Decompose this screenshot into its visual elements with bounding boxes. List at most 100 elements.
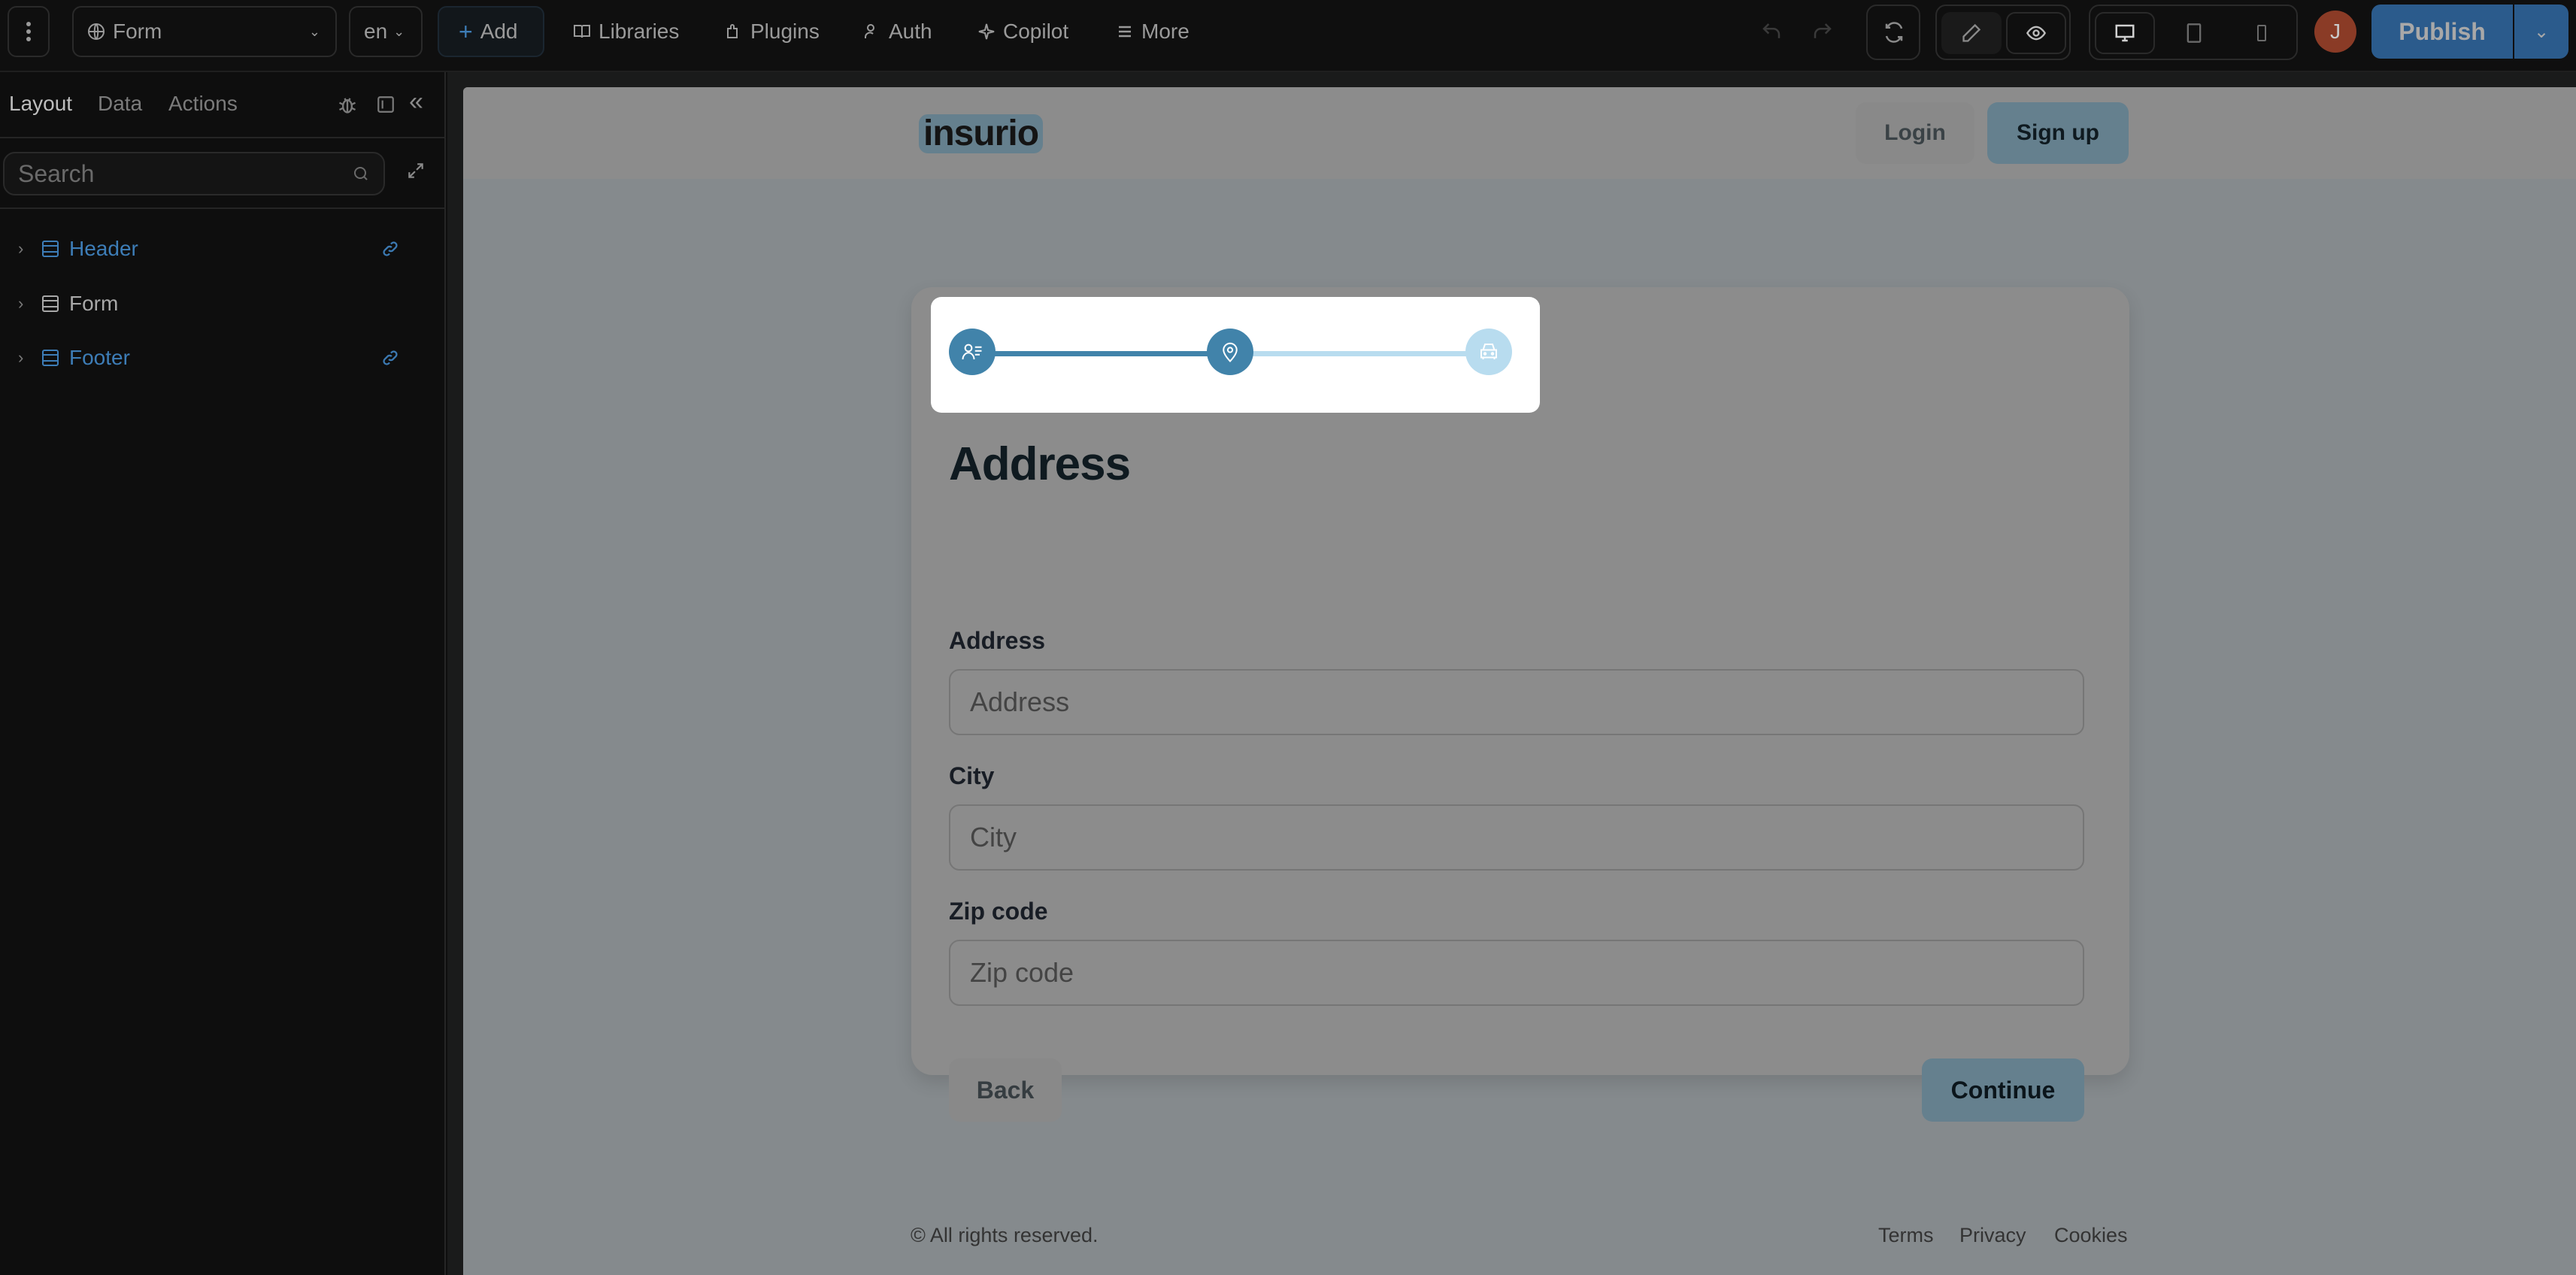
main-menu-button[interactable] bbox=[8, 6, 50, 57]
tab-actions[interactable]: Actions bbox=[168, 92, 238, 116]
map-pin-icon bbox=[1223, 342, 1238, 362]
chevron-right-icon[interactable]: › bbox=[18, 294, 35, 313]
login-button[interactable]: Login bbox=[1856, 102, 1974, 164]
plus-icon: + bbox=[459, 17, 473, 45]
continue-button[interactable]: Continue bbox=[1922, 1058, 2084, 1122]
user-avatar[interactable]: J bbox=[2314, 11, 2356, 53]
preview-mode-button[interactable] bbox=[2006, 12, 2066, 54]
back-button[interactable]: Back bbox=[949, 1058, 1062, 1122]
edit-mode-button[interactable] bbox=[1941, 12, 2002, 54]
layers-search bbox=[3, 152, 385, 195]
block-icon bbox=[42, 295, 59, 312]
copilot-link[interactable]: Copilot bbox=[977, 15, 1068, 48]
undo-button[interactable] bbox=[1756, 17, 1787, 47]
language-value: en bbox=[364, 20, 388, 43]
link-icon bbox=[383, 350, 398, 365]
footer-link-cookies[interactable]: Cookies bbox=[2054, 1224, 2128, 1247]
mode-toggle-group bbox=[1935, 5, 2071, 60]
site-header[interactable]: insurio Login Sign up bbox=[463, 87, 2576, 179]
block-icon bbox=[42, 241, 59, 257]
menu-lines-icon bbox=[1119, 26, 1131, 38]
step-2[interactable] bbox=[1207, 329, 1253, 375]
publish-button[interactable]: Publish bbox=[2371, 5, 2513, 59]
collapse-sidebar-icon[interactable]: « bbox=[409, 87, 423, 117]
refresh-button[interactable] bbox=[1866, 5, 1920, 60]
libraries-label: Libraries bbox=[599, 20, 680, 43]
avatar-initial: J bbox=[2330, 20, 2341, 43]
footer-link-terms[interactable]: Terms bbox=[1878, 1224, 1934, 1247]
divider bbox=[0, 137, 446, 138]
tree-item-label: Form bbox=[69, 292, 119, 315]
auth-label: Auth bbox=[889, 20, 932, 43]
publish-label: Publish bbox=[2399, 17, 2486, 45]
signup-button[interactable]: Sign up bbox=[1987, 102, 2129, 164]
mobile-icon bbox=[2257, 25, 2266, 41]
redo-icon bbox=[1814, 23, 1832, 38]
form-title: Address bbox=[949, 438, 1131, 490]
auth-link[interactable]: Auth bbox=[863, 15, 932, 48]
form-card: Address Address City Zip code Back Conti… bbox=[911, 287, 2129, 1122]
block-icon bbox=[42, 350, 59, 366]
zip-code-label: Zip code bbox=[949, 898, 1048, 925]
refresh-icon bbox=[1885, 22, 1903, 43]
step-1[interactable] bbox=[949, 329, 996, 375]
add-label: Add bbox=[480, 20, 518, 43]
search-icon bbox=[354, 167, 368, 180]
tree-item-label: Header bbox=[69, 237, 138, 260]
device-toggle-group bbox=[2089, 5, 2298, 60]
tab-data[interactable]: Data bbox=[98, 92, 142, 116]
page-canvas: insurio Login Sign up Address Address Ci… bbox=[463, 87, 2576, 1275]
search-input[interactable] bbox=[18, 159, 319, 188]
zip-code-input[interactable] bbox=[949, 940, 2084, 1006]
chevron-right-icon[interactable]: › bbox=[18, 239, 35, 259]
tree-item-header[interactable]: › Header bbox=[18, 230, 417, 268]
footer-link-privacy[interactable]: Privacy bbox=[1959, 1224, 2026, 1247]
desktop-icon bbox=[2115, 24, 2135, 42]
tree-item-label: Footer bbox=[69, 346, 130, 369]
panel-icon[interactable] bbox=[376, 95, 395, 114]
step-connector-complete bbox=[973, 351, 1229, 356]
address-input[interactable] bbox=[949, 669, 2084, 735]
plugins-link[interactable]: Plugins bbox=[725, 15, 820, 48]
page-select-value: Form bbox=[113, 20, 162, 43]
redo-button[interactable] bbox=[1808, 17, 1838, 47]
user-list-icon bbox=[962, 344, 982, 360]
more-label: More bbox=[1141, 20, 1190, 43]
book-icon bbox=[574, 25, 590, 38]
tablet-view-button[interactable] bbox=[2164, 12, 2224, 54]
footer-copyright: © All rights reserved. bbox=[911, 1224, 1099, 1246]
chevron-down-icon: ⌄ bbox=[393, 23, 405, 39]
chevron-right-icon[interactable]: › bbox=[18, 348, 35, 368]
tree-item-footer[interactable]: › Footer bbox=[18, 339, 417, 377]
site-logo[interactable]: insurio bbox=[919, 114, 1044, 153]
tablet-icon bbox=[2187, 23, 2202, 43]
top-toolbar: Form ⌄ en ⌄ + Add Libraries Plugins Auth… bbox=[0, 0, 2576, 72]
more-link[interactable]: More bbox=[1116, 15, 1190, 48]
city-input[interactable] bbox=[949, 804, 2084, 871]
libraries-link[interactable]: Libraries bbox=[573, 15, 679, 48]
chevron-down-icon: ⌄ bbox=[308, 23, 320, 39]
globe-icon bbox=[88, 23, 105, 40]
city-label: City bbox=[949, 762, 995, 789]
step-connector-upcoming bbox=[1232, 351, 1487, 356]
eye-icon bbox=[2026, 26, 2047, 41]
publish-options-button[interactable]: ⌄ bbox=[2514, 5, 2568, 59]
mobile-view-button[interactable] bbox=[2232, 12, 2292, 54]
sparkle-icon bbox=[978, 23, 995, 40]
address-label: Address bbox=[949, 627, 1046, 654]
progress-stepper bbox=[931, 297, 1540, 413]
link-icon bbox=[383, 241, 398, 256]
puzzle-icon bbox=[727, 24, 738, 38]
copilot-label: Copilot bbox=[1003, 20, 1069, 43]
user-lock-icon bbox=[865, 24, 874, 38]
tab-layout[interactable]: Layout bbox=[9, 92, 72, 116]
step-3[interactable] bbox=[1465, 329, 1512, 375]
expand-icon[interactable] bbox=[406, 161, 426, 180]
bug-icon[interactable] bbox=[337, 93, 358, 116]
plugins-label: Plugins bbox=[750, 20, 820, 43]
language-select[interactable]: en ⌄ bbox=[349, 6, 423, 57]
page-select[interactable]: Form ⌄ bbox=[72, 6, 337, 57]
tree-item-form[interactable]: › Form bbox=[18, 285, 417, 323]
desktop-view-button[interactable] bbox=[2095, 12, 2155, 54]
add-button[interactable]: + Add bbox=[438, 6, 544, 57]
